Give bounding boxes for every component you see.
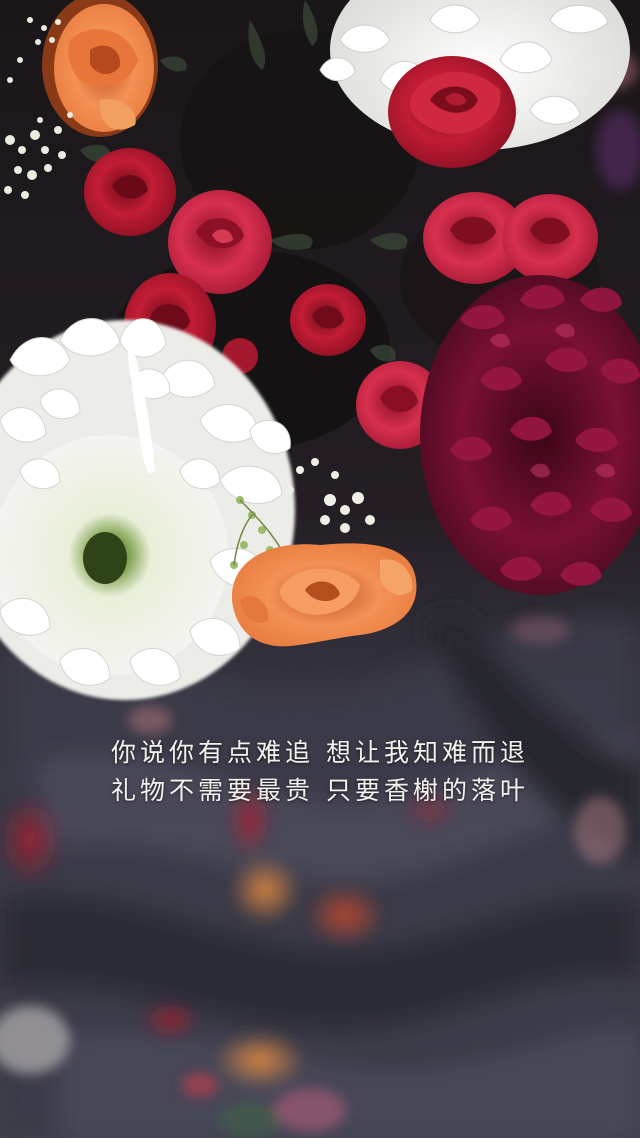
caption-line-2: 礼物不需要最贵 只要香榭的落叶	[111, 776, 529, 805]
caption-line-1: 你说你有点难追 想让我知难而退	[111, 738, 529, 767]
caption-text: 你说你有点难追 想让我知难而退 礼物不需要最贵 只要香榭的落叶	[0, 734, 640, 810]
flower-photo	[0, 0, 640, 1138]
wallpaper: 你说你有点难追 想让我知难而退 礼物不需要最贵 只要香榭的落叶	[0, 0, 640, 1138]
